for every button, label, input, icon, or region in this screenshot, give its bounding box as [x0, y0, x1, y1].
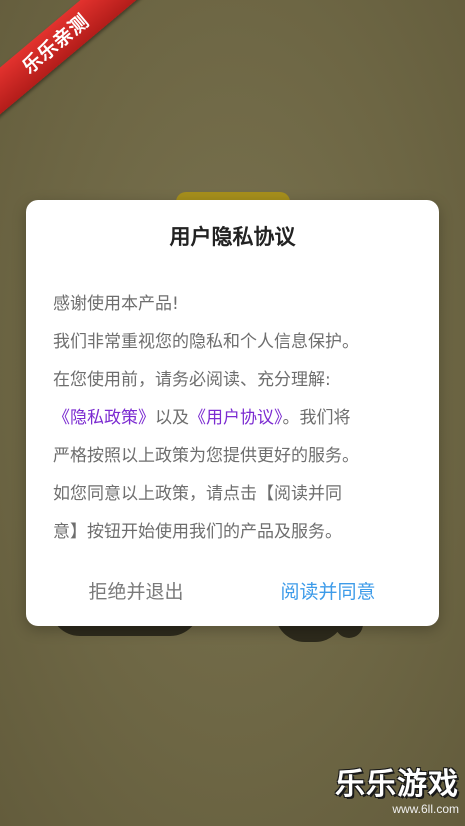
- dialog-body: 感谢使用本产品! 我们非常重视您的隐私和个人信息保护。 在您使用前，请务必阅读、…: [53, 285, 423, 551]
- reject-and-exit-button[interactable]: 拒绝并退出: [66, 572, 206, 612]
- privacy-policy-link[interactable]: 《隐私政策》: [53, 408, 155, 428]
- watermark-url: www.6ll.com: [392, 802, 459, 816]
- privacy-dialog: 用户隐私协议 感谢使用本产品! 我们非常重视您的隐私和个人信息保护。 在您使用前…: [26, 200, 439, 626]
- body-line-read-before-use: 在您使用前，请务必阅读、充分理解:: [53, 370, 331, 390]
- body-line-press-button: 意】按钮开始使用我们的产品及服务。: [53, 522, 342, 542]
- body-line-if-agree: 如您同意以上政策，请点击【阅读并同: [53, 484, 342, 504]
- body-line-strictly: 严格按照以上政策为您提供更好的服务。: [53, 446, 359, 466]
- dialog-title: 用户隐私协议: [169, 225, 296, 249]
- body-text-and: 以及: [155, 408, 189, 428]
- user-agreement-link[interactable]: 《用户协议》: [189, 408, 283, 428]
- dialog-button-row: 拒绝并退出 阅读并同意: [26, 572, 439, 612]
- read-and-agree-button[interactable]: 阅读并同意: [258, 572, 398, 612]
- watermark: 乐乐游戏 www.6ll.com: [335, 767, 459, 817]
- body-line-thanks: 感谢使用本产品!: [53, 294, 179, 314]
- body-text-we-will: 。我们将: [282, 408, 351, 428]
- body-line-importance: 我们非常重视您的隐私和个人信息保护。: [53, 332, 359, 352]
- body-line-policy-links: 《隐私政策》以及《用户协议》。我们将: [53, 399, 423, 437]
- watermark-logo: 乐乐游戏: [335, 767, 459, 802]
